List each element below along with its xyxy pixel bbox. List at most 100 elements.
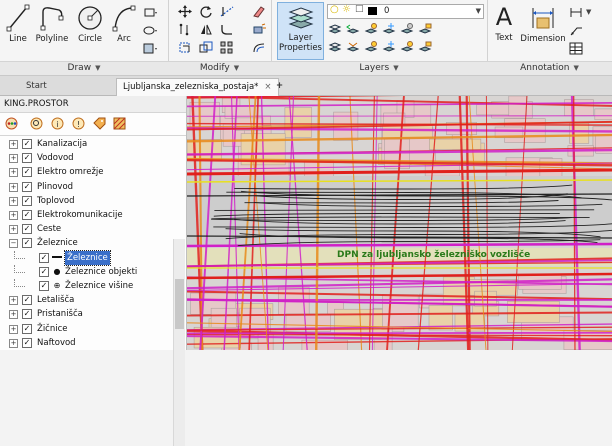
explode-icon[interactable] (252, 23, 266, 36)
region-icon[interactable] (143, 42, 157, 55)
table-icon[interactable] (569, 42, 583, 55)
layer-checkbox[interactable]: ✓ (22, 338, 32, 348)
zoom-icon[interactable] (30, 117, 43, 130)
layer-unisolate-icon[interactable] (364, 40, 378, 53)
line-tool-button[interactable]: Line (4, 4, 32, 44)
expand-icon[interactable]: + (9, 339, 18, 348)
rectangle-icon[interactable] (143, 6, 157, 19)
layer-off-icon[interactable] (400, 22, 414, 35)
layer-checkbox[interactable]: ✓ (22, 139, 32, 149)
info-icon[interactable]: i (51, 117, 64, 130)
layer-properties-button[interactable]: Layer Properties (277, 2, 324, 60)
collapse-icon[interactable]: − (9, 239, 18, 248)
tree-item[interactable]: −✓Železnice (0, 236, 172, 250)
new-tab-button[interactable]: + (270, 78, 289, 95)
expand-icon[interactable]: + (9, 154, 18, 163)
annotation-panel-title-text: Annotation (520, 63, 569, 73)
trim-icon[interactable] (220, 5, 234, 18)
tab-start[interactable]: Start (20, 78, 53, 95)
layer-checkbox[interactable]: ✓ (22, 238, 32, 248)
tree-item[interactable]: ✓⊕Železnice višine (0, 279, 172, 293)
layers-panel-title[interactable]: Layers▼ (271, 61, 487, 75)
rotate-icon[interactable] (199, 5, 213, 18)
tag-icon[interactable] (93, 117, 106, 130)
pattern-icon[interactable] (113, 117, 126, 130)
map-drawing[interactable]: DPN za ljubljansko železniško vozlišče (187, 96, 612, 350)
tree-item[interactable]: ✓●Železnice objekti (0, 265, 172, 279)
tree-item-label: Elektro omrežje (37, 165, 104, 179)
polyline-tool-button[interactable]: Polyline (34, 4, 70, 44)
layer-thaw-icon[interactable] (382, 40, 396, 53)
expand-icon[interactable]: + (9, 197, 18, 206)
tree-item[interactable]: + ✓ Elektro omrežje (0, 165, 172, 179)
text-tool-button[interactable]: A Text (491, 4, 517, 43)
expand-icon[interactable]: + (9, 168, 18, 177)
tree-item[interactable]: +✓Naftovod (0, 336, 172, 350)
layer-checkbox[interactable]: ✓ (22, 224, 32, 234)
mirror-icon[interactable] (199, 23, 213, 36)
tree-item[interactable]: +✓Letališča (0, 293, 172, 307)
array-icon[interactable] (220, 41, 234, 54)
layer-checkbox[interactable]: ✓ (22, 153, 32, 163)
scrollbar-thumb[interactable] (175, 279, 184, 329)
draw-panel-title[interactable]: Draw▼ (0, 61, 168, 75)
expand-icon[interactable]: + (9, 211, 18, 220)
tree-item[interactable]: +✓Elektrokomunikacije (0, 208, 172, 222)
layer-checkbox[interactable]: ✓ (39, 253, 49, 263)
annotation-panel-title[interactable]: Annotation▼ (487, 61, 612, 75)
tree-item[interactable]: +✓Ceste (0, 222, 172, 236)
fillet-icon[interactable] (220, 23, 234, 36)
layer-freeze-icon[interactable] (382, 22, 396, 35)
layer-checkbox[interactable]: ✓ (39, 267, 49, 277)
scale-icon[interactable] (199, 41, 213, 54)
drawing-canvas[interactable]: DPN za ljubljansko železniško vozlišče (187, 96, 612, 350)
tree-item[interactable]: +✓Žičnice (0, 322, 172, 336)
tab-drawing[interactable]: Ljubljanska_zelezniska_postaja*× (116, 78, 279, 96)
layer-checkbox[interactable]: ✓ (22, 210, 32, 220)
modify-panel-title[interactable]: Modify▼ (168, 61, 271, 75)
layer-previous-icon[interactable] (346, 22, 360, 35)
leader-icon[interactable] (569, 24, 583, 37)
erase-icon[interactable] (252, 5, 266, 18)
stretch-icon[interactable] (178, 41, 192, 54)
layer-walk-icon[interactable] (328, 40, 342, 53)
layer-checkbox[interactable]: ✓ (22, 324, 32, 334)
circle-tool-button[interactable]: Circle (74, 4, 106, 44)
layer-dropdown[interactable]: ○ ☼ □ 0 ▼ (327, 4, 484, 19)
tree-item[interactable]: +✓Plinovod (0, 180, 172, 194)
hatch-icon[interactable] (143, 24, 157, 37)
layer-lock-icon[interactable] (418, 22, 432, 35)
tab-drawing-label: Ljubljanska_zelezniska_postaja* (123, 82, 258, 92)
layers-toggle-icon[interactable] (5, 117, 18, 130)
expand-icon[interactable]: + (9, 310, 18, 319)
layer-checkbox[interactable]: ✓ (39, 281, 49, 291)
tree-item[interactable]: ✓Železnice (0, 251, 172, 265)
tree-item[interactable]: +✓Toplovod (0, 194, 172, 208)
tree-item[interactable]: +✓Pristanišča (0, 307, 172, 321)
expand-icon[interactable]: + (9, 225, 18, 234)
layer-checkbox[interactable]: ✓ (22, 182, 32, 192)
layer-merge-icon[interactable] (346, 40, 360, 53)
layer-checkbox[interactable]: ✓ (22, 295, 32, 305)
warning-icon[interactable]: ! (72, 117, 85, 130)
dimension-tool-button[interactable]: Dimension (519, 4, 567, 44)
layer-on-icon[interactable] (400, 40, 414, 53)
layer-checkbox[interactable]: ✓ (22, 167, 32, 177)
offset-icon[interactable] (252, 41, 266, 54)
layer-checkbox[interactable]: ✓ (22, 196, 32, 206)
arc-tool-button[interactable]: Arc (110, 4, 138, 44)
layer-unlock-icon[interactable] (418, 40, 432, 53)
tree-item[interactable]: +✓Kanalizacija (0, 137, 172, 151)
layer-checkbox[interactable]: ✓ (22, 309, 32, 319)
expand-icon[interactable]: + (9, 296, 18, 305)
expand-icon[interactable]: + (9, 325, 18, 334)
linear-dimension-icon[interactable] (569, 6, 583, 19)
layer-match-icon[interactable] (328, 22, 342, 35)
layer-isolate-icon[interactable] (364, 22, 378, 35)
tree-scrollbar[interactable] (173, 239, 185, 446)
expand-icon[interactable]: + (9, 140, 18, 149)
copy-icon[interactable] (178, 23, 192, 36)
tree-item[interactable]: +✓Vodovod (0, 151, 172, 165)
move-icon[interactable] (178, 5, 192, 18)
expand-icon[interactable]: + (9, 183, 18, 192)
